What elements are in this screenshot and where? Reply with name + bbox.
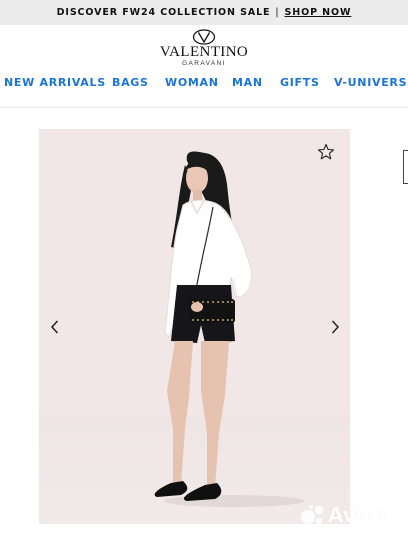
watermark-text: Avito	[328, 503, 386, 527]
header-divider	[0, 107, 408, 108]
nav-item-new-arrivals[interactable]: NEW ARRIVALS	[4, 76, 106, 89]
brand-name: VALENTINO	[159, 44, 249, 60]
model-figure	[154, 151, 304, 507]
nav-item-bags[interactable]: BAGS	[112, 76, 149, 89]
brand-logo[interactable]: VALENTINO GARAVANI	[0, 29, 408, 68]
promo-bar: DISCOVER FW24 COLLECTION SALE | SHOP NOW	[0, 0, 408, 25]
shop-now-link[interactable]: SHOP NOW	[285, 7, 352, 18]
nav-item-woman[interactable]: WOMAN	[165, 76, 219, 89]
side-panel-tab[interactable]	[403, 150, 408, 184]
nav-item-gifts[interactable]: GIFTS	[280, 76, 320, 89]
promo-separator: |	[275, 7, 280, 18]
brand-sub: GARAVANI	[182, 60, 226, 67]
nav-item-man[interactable]: MAN	[232, 76, 263, 89]
main-nav: NEW ARRIVALS BAGS WOMAN MAN GIFTS V-UNIV…	[0, 76, 408, 92]
nav-item-v-universe[interactable]: V-UNIVERSE	[334, 76, 408, 89]
product-image[interactable]	[39, 129, 350, 524]
star-icon[interactable]	[317, 143, 335, 161]
valentino-monogram-icon	[192, 29, 216, 45]
chevron-left-icon[interactable]	[48, 318, 62, 336]
promo-text: DISCOVER FW24 COLLECTION SALE	[56, 7, 271, 18]
avito-watermark: Avito	[300, 500, 386, 530]
chevron-right-icon[interactable]	[328, 318, 342, 336]
avito-logo-icon	[301, 504, 324, 525]
